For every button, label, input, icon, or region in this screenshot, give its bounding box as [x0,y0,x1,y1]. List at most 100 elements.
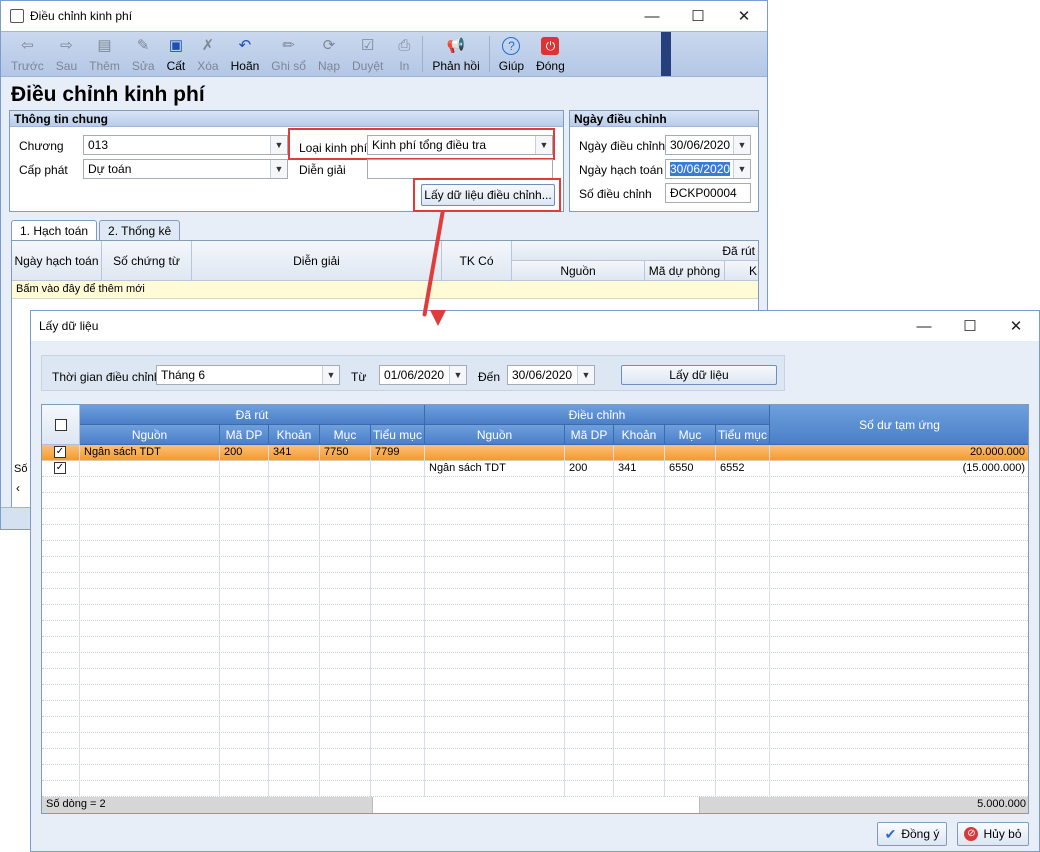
to-date-field[interactable]: 30/06/2020 ▼ [507,365,595,385]
from-date-field[interactable]: 01/06/2020 ▼ [379,365,467,385]
chevron-down-icon[interactable]: ▼ [270,136,287,154]
col-header[interactable]: Mã DP [565,425,614,445]
col-header[interactable]: Khoản [269,425,320,445]
col-header[interactable]: Nguồn [80,425,220,445]
col-header[interactable]: Tiểu mục [371,425,425,445]
table-row[interactable] [42,669,1028,685]
table-row[interactable] [42,717,1028,733]
toolbar-add-doc-button[interactable]: ▤ Thêm [83,32,126,76]
table-cell [371,637,425,653]
toolbar-approve-button[interactable]: ☑ Duyệt [346,32,389,76]
table-row[interactable] [42,573,1028,589]
col-dien-giai[interactable]: Diễn giải [192,241,442,281]
maximize-icon[interactable]: ☐ [675,1,721,31]
fetch-data-button[interactable]: Lấy dữ liệu [621,365,777,385]
toolbar-save-button[interactable]: ▣ Cất [161,32,192,76]
table-row[interactable] [42,765,1028,781]
table-row[interactable] [42,621,1028,637]
cancel-button[interactable]: ⊘ Hủy bỏ [957,822,1029,846]
select-all-checkbox[interactable] [54,418,67,431]
chuong-select[interactable]: 013 ▼ [83,135,288,155]
col-so-chung-tu[interactable]: Số chứng từ [102,241,192,281]
so-du-cell [770,717,1028,733]
minimize-icon[interactable]: — [901,311,947,341]
toolbar-help-button[interactable]: ? Giúp [493,32,530,76]
chevron-down-icon[interactable]: ▼ [535,136,552,154]
table-row[interactable] [42,589,1028,605]
table-row[interactable] [42,525,1028,541]
col-header[interactable]: Mã DP [220,425,269,445]
col-header[interactable]: Khoản [614,425,665,445]
chevron-down-icon[interactable]: ▼ [270,160,287,178]
col-tk-co[interactable]: TK Có [442,241,512,281]
row-checkbox[interactable]: ✓ [54,462,66,474]
row-checkbox-cell [42,733,80,749]
ngay-dieu-chinh-field[interactable]: 30/06/2020 ▼ [665,135,751,155]
table-row[interactable] [42,701,1028,717]
toolbar-power-button[interactable]: ⏻ Đóng [530,32,571,76]
table-row[interactable] [42,733,1028,749]
scroll-left-icon[interactable]: ‹ [16,481,20,495]
loai-kinh-phi-value: Kinh phí tổng điều tra [372,138,487,152]
tab-thong-ke[interactable]: 2. Thống kê [99,220,181,240]
col-header[interactable]: Tiểu mục [716,425,770,445]
table-row[interactable] [42,477,1028,493]
table-row[interactable] [42,781,1028,797]
chevron-down-icon[interactable]: ▼ [577,366,594,384]
toolbar-arrow-right-button[interactable]: ⇨ Sau [50,32,83,76]
dien-giai-input[interactable] [367,159,553,179]
loai-kinh-phi-select[interactable]: Kinh phí tổng điều tra ▼ [367,135,553,155]
table-row[interactable] [42,653,1028,669]
maximize-icon[interactable]: ☐ [947,311,993,341]
add-new-row[interactable]: Bấm vào đây để thêm mới [12,281,758,299]
table-cell [269,541,320,557]
table-row[interactable] [42,685,1028,701]
table-row[interactable] [42,509,1028,525]
col-ma-du-phong[interactable]: Mã dự phòng [645,261,725,281]
col-k[interactable]: K [725,261,758,281]
col-ngay-hach-toan[interactable]: Ngày hạch toán [12,241,102,281]
chevron-down-icon[interactable]: ▼ [322,366,339,384]
row-checkbox[interactable]: ✓ [54,446,66,458]
toolbar-undo-button[interactable]: ↶ Hoãn [225,32,266,76]
toolbar-edit-doc-button[interactable]: ✎ Sửa [126,32,161,76]
toolbar-megaphone-button[interactable]: 📢 Phản hồi [426,32,485,76]
close-icon[interactable]: ✕ [993,311,1039,341]
chevron-down-icon[interactable]: ▼ [733,136,750,154]
table-row[interactable] [42,749,1028,765]
col-header[interactable]: Nguồn [425,425,565,445]
col-header[interactable]: Mục [320,425,371,445]
table-cell [614,669,665,685]
col-nguon[interactable]: Nguồn [512,261,645,281]
table-row[interactable] [42,557,1028,573]
so-dieu-chinh-input[interactable]: ĐCKP00004 [665,183,751,203]
tab-hach-toan[interactable]: 1. Hạch toán [11,220,98,240]
table-row[interactable]: ✓ Ngân sách TDT 200 341 7750 7799 20.000.000 [42,445,1028,461]
table-row[interactable] [42,637,1028,653]
col-header[interactable]: Mục [665,425,716,445]
fetch-adjustment-button[interactable]: Lấy dữ liệu điều chỉnh... [421,184,555,206]
table-row[interactable] [42,493,1028,509]
toolbar-print-button[interactable]: ⎙ In [389,32,419,76]
toolbar-arrow-left-button[interactable]: ⇦ Trước [5,32,50,76]
chevron-down-icon[interactable]: ▼ [733,160,750,178]
print-icon: ⎙ [398,37,411,54]
toolbar-delete-doc-button[interactable]: ✗ Xóa [191,32,224,76]
close-icon[interactable]: ✕ [721,1,767,31]
col-group-da-rut[interactable]: Đã rút [512,241,758,261]
date-group-header: Ngày điều chỉnh [570,111,758,127]
table-cell [565,605,614,621]
col-so-du-tam-ung[interactable]: Số dư tạm ứng [770,405,1028,445]
ok-button[interactable]: ✔ Đồng ý [877,822,947,846]
table-row[interactable] [42,605,1028,621]
ngay-hach-toan-field[interactable]: 30/06/2020 ▼ [665,159,751,179]
cap-phat-select[interactable]: Dự toán ▼ [83,159,288,179]
toolbar-pencil-button[interactable]: ✏ Ghi sổ [265,32,312,76]
toolbar-reload-button[interactable]: ⟳ Nạp [312,32,346,76]
minimize-icon[interactable]: — [629,1,675,31]
table-row[interactable]: ✓ Ngân sách TDT 200 341 6550 6552 (15.000.000) [42,461,1028,477]
period-select[interactable]: Tháng 6 ▼ [156,365,340,385]
table-cell [425,541,565,557]
chevron-down-icon[interactable]: ▼ [449,366,466,384]
table-row[interactable] [42,541,1028,557]
